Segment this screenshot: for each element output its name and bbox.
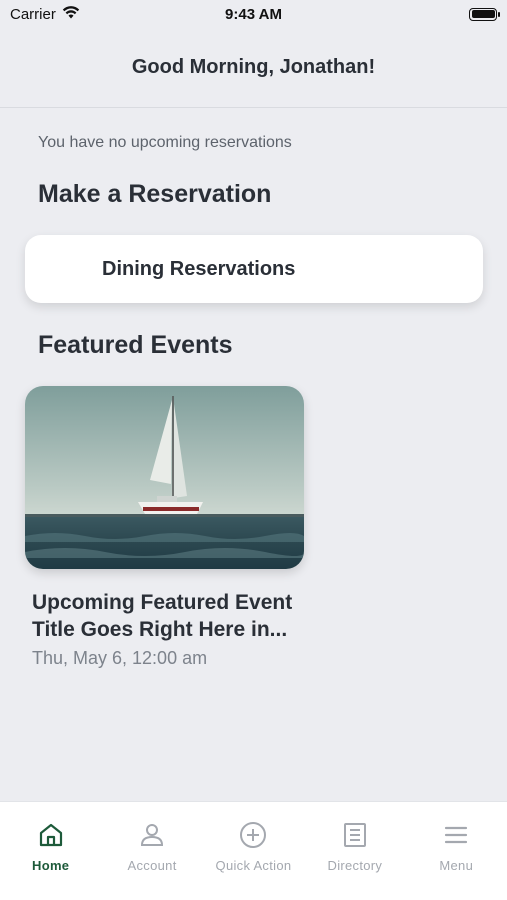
directory-icon — [340, 820, 370, 850]
battery-icon — [469, 7, 500, 21]
tab-quick-action-label: Quick Action — [215, 858, 292, 873]
dining-reservations-button[interactable]: Dining Reservations — [25, 235, 483, 303]
dining-reservations-label: Dining Reservations — [102, 257, 296, 280]
plus-circle-icon — [238, 820, 268, 850]
tab-directory[interactable]: Directory — [304, 820, 405, 900]
sailboat-photo[interactable] — [25, 386, 304, 569]
event-date: Thu, May 6, 12:00 am — [32, 648, 208, 668]
tab-bar: Home Account Quick Action Directory Menu — [0, 801, 507, 900]
event-title: Upcoming Featured Event Title Goes Right… — [32, 591, 293, 641]
tab-directory-label: Directory — [327, 858, 383, 873]
featured-events-heading: Featured Events — [38, 331, 233, 359]
tab-menu-label: Menu — [439, 858, 474, 873]
make-reservation-heading: Make a Reservation — [38, 180, 272, 208]
wifi-icon — [62, 5, 80, 23]
header: Good Morning, Jonathan! — [0, 28, 507, 108]
person-icon — [137, 820, 167, 850]
tab-account[interactable]: Account — [102, 820, 203, 900]
featured-event-card[interactable]: Upcoming Featured Event Title Goes Right… — [25, 386, 305, 669]
tab-home-label: Home — [32, 858, 70, 873]
no-reservations-message: You have no upcoming reservations — [38, 134, 292, 151]
tab-account-label: Account — [127, 858, 177, 873]
greeting-title: Good Morning, Jonathan! — [131, 56, 376, 78]
carrier-label: Carrier — [10, 5, 56, 23]
home-icon — [36, 820, 66, 850]
tab-quick-action[interactable]: Quick Action — [203, 820, 304, 900]
tab-menu[interactable]: Menu — [406, 820, 507, 900]
hamburger-menu-icon — [441, 820, 471, 850]
tab-home[interactable]: Home — [0, 820, 101, 900]
status-bar: Carrier 9:43 AM — [0, 0, 507, 28]
